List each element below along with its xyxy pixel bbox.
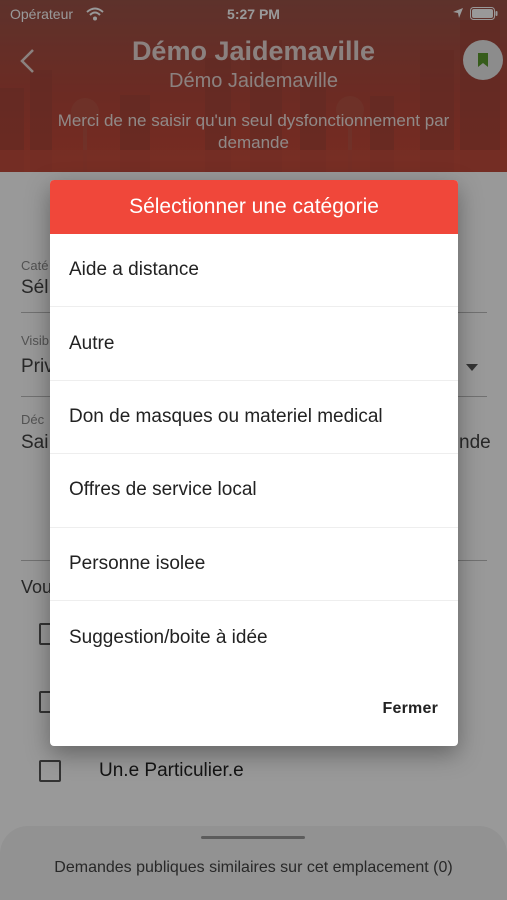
category-option[interactable]: Offres de service local bbox=[50, 454, 458, 528]
category-dialog: Sélectionner une catégorie Aide a distan… bbox=[50, 180, 458, 746]
category-option[interactable]: Suggestion/boite à idée bbox=[50, 601, 458, 674]
category-option[interactable]: Don de masques ou materiel medical bbox=[50, 381, 458, 455]
category-list: Aide a distance Autre Don de masques ou … bbox=[50, 234, 458, 674]
close-button[interactable]: Fermer bbox=[383, 700, 438, 718]
category-option[interactable]: Autre bbox=[50, 307, 458, 381]
dialog-title: Sélectionner une catégorie bbox=[50, 180, 458, 234]
category-option[interactable]: Personne isolee bbox=[50, 528, 458, 601]
category-option[interactable]: Aide a distance bbox=[50, 234, 458, 308]
